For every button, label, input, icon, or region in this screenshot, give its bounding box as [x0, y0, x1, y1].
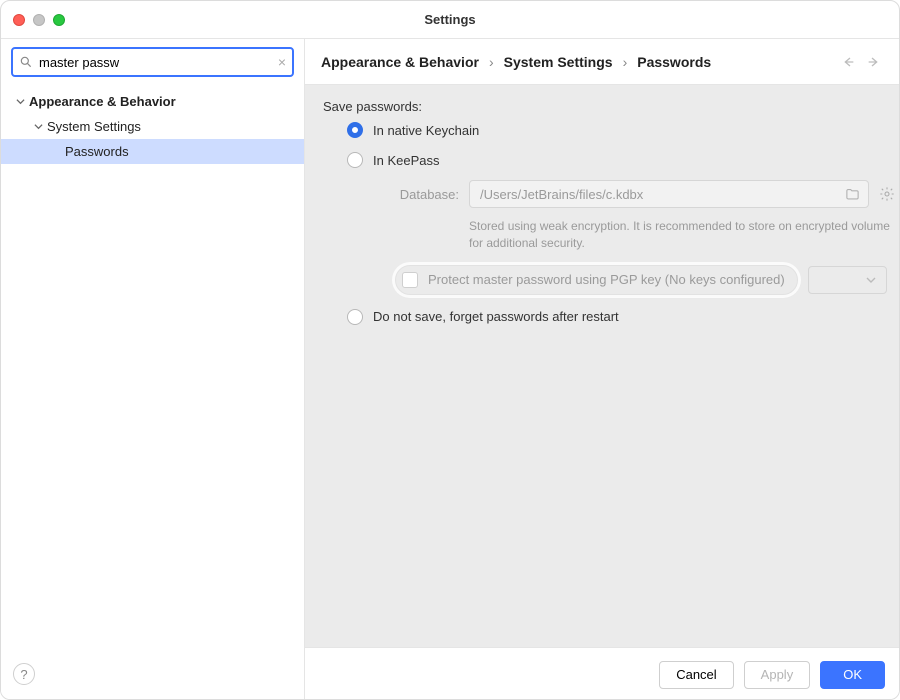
- pgp-protect-checkbox[interactable]: Protect master password using PGP key (N…: [395, 265, 798, 295]
- breadcrumb-part[interactable]: System Settings: [504, 54, 613, 70]
- chevron-down-icon: [866, 275, 876, 285]
- database-hint: Stored using weak encryption. It is reco…: [395, 218, 899, 253]
- settings-sidebar: × Appearance & Behavior System Settings: [1, 39, 305, 700]
- radio-label: In native Keychain: [373, 123, 479, 138]
- radio-do-not-save[interactable]: Do not save, forget passwords after rest…: [323, 309, 899, 325]
- settings-main: Appearance & Behavior › System Settings …: [305, 39, 899, 700]
- chevron-right-icon: ›: [489, 54, 494, 70]
- tree-item-label: Appearance & Behavior: [29, 94, 176, 109]
- gear-icon[interactable]: [879, 186, 895, 202]
- minimize-window-button[interactable]: [33, 14, 45, 26]
- window-title: Settings: [1, 12, 899, 27]
- titlebar: Settings: [1, 1, 899, 39]
- radio-label: Do not save, forget passwords after rest…: [373, 309, 619, 324]
- window-controls: [13, 14, 65, 26]
- apply-button[interactable]: Apply: [744, 661, 811, 689]
- pgp-label: Protect master password using PGP key (N…: [428, 272, 785, 287]
- pgp-key-select[interactable]: [808, 266, 887, 294]
- tree-item-system-settings[interactable]: System Settings: [1, 114, 304, 139]
- breadcrumb-part[interactable]: Appearance & Behavior: [321, 54, 479, 70]
- folder-icon[interactable]: [845, 187, 860, 205]
- settings-search[interactable]: ×: [11, 47, 294, 77]
- database-label: Database:: [395, 187, 459, 202]
- radio-keepass[interactable]: In KeePass: [323, 152, 899, 168]
- passwords-panel: Save passwords: In native Keychain In Ke…: [305, 85, 899, 647]
- tree-item-appearance-behavior[interactable]: Appearance & Behavior: [1, 89, 304, 114]
- nav-back-button[interactable]: [839, 53, 857, 71]
- database-path-field[interactable]: /Users/JetBrains/files/c.kdbx: [469, 180, 869, 208]
- search-input[interactable]: [39, 55, 272, 70]
- help-icon: ?: [20, 667, 27, 682]
- breadcrumb-bar: Appearance & Behavior › System Settings …: [305, 39, 899, 85]
- database-path-value: /Users/JetBrains/files/c.kdbx: [480, 187, 643, 202]
- dialog-footer: Cancel Apply OK: [305, 647, 899, 700]
- checkbox-indicator: [402, 272, 418, 288]
- breadcrumb-part: Passwords: [637, 54, 711, 70]
- breadcrumb: Appearance & Behavior › System Settings …: [321, 54, 831, 70]
- close-window-button[interactable]: [13, 14, 25, 26]
- clear-search-icon[interactable]: ×: [278, 54, 286, 70]
- nav-forward-button[interactable]: [865, 53, 883, 71]
- tree-item-label: Passwords: [65, 144, 129, 159]
- maximize-window-button[interactable]: [53, 14, 65, 26]
- radio-indicator: [347, 309, 363, 325]
- save-passwords-heading: Save passwords:: [323, 99, 899, 114]
- chevron-right-icon: ›: [623, 54, 628, 70]
- help-button[interactable]: ?: [13, 663, 35, 685]
- cancel-button[interactable]: Cancel: [659, 661, 733, 689]
- chevron-down-icon: [33, 122, 43, 132]
- radio-native-keychain[interactable]: In native Keychain: [323, 122, 899, 138]
- ok-button[interactable]: OK: [820, 661, 885, 689]
- radio-indicator: [347, 122, 363, 138]
- radio-label: In KeePass: [373, 153, 440, 168]
- chevron-down-icon: [15, 97, 25, 107]
- radio-indicator: [347, 152, 363, 168]
- search-icon: [19, 55, 33, 69]
- settings-tree: Appearance & Behavior System Settings Pa…: [1, 85, 304, 700]
- tree-item-label: System Settings: [47, 119, 141, 134]
- tree-item-passwords[interactable]: Passwords: [1, 139, 304, 164]
